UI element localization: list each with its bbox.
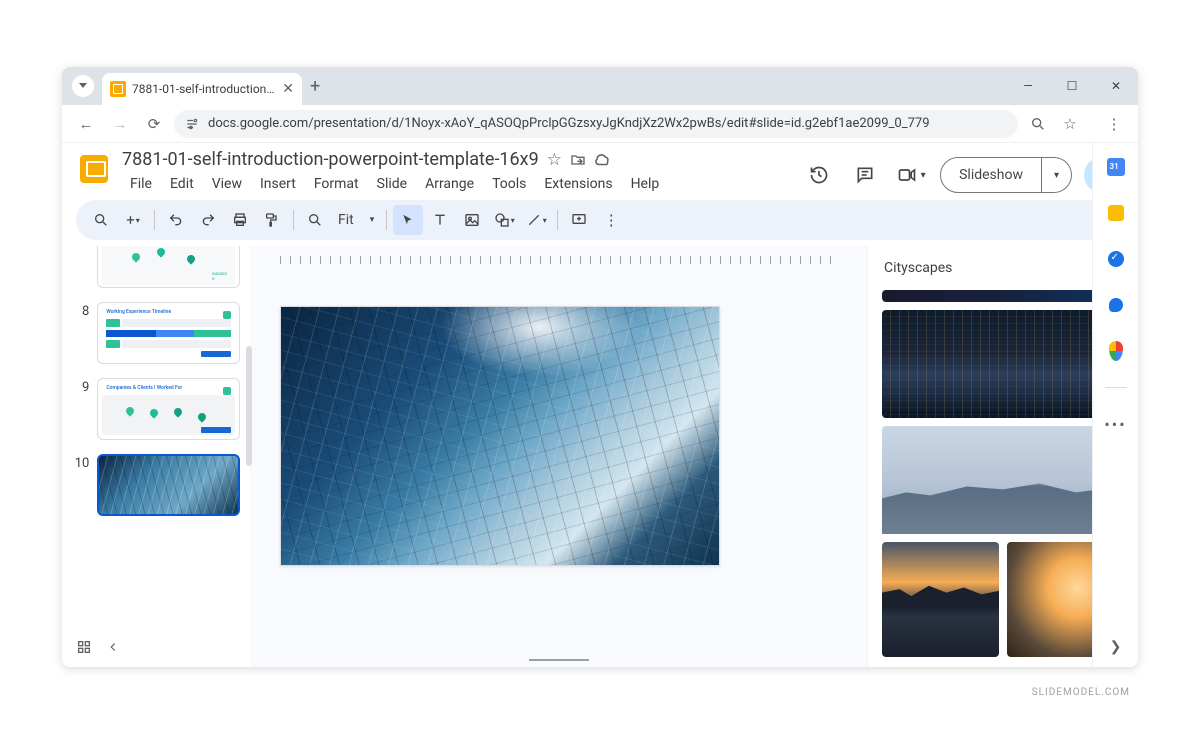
maps-icon[interactable]: [1106, 341, 1126, 361]
menu-help[interactable]: Help: [623, 172, 668, 196]
slides-favicon: [110, 81, 126, 97]
cloud-status-icon[interactable]: [594, 151, 612, 169]
text-box-button[interactable]: [425, 205, 455, 235]
toolbar-more-button[interactable]: ⋮: [596, 205, 626, 235]
history-icon[interactable]: [802, 158, 836, 192]
maximize-button[interactable]: ☐: [1050, 71, 1094, 101]
menu-edit[interactable]: Edit: [162, 172, 202, 196]
print-button[interactable]: [225, 205, 255, 235]
address-bar: ← → ⟳ docs.google.com/presentation/d/1No…: [62, 105, 1138, 143]
slide-canvas[interactable]: [250, 246, 868, 667]
image-result[interactable]: [882, 290, 1124, 302]
tasks-icon[interactable]: [1106, 249, 1126, 269]
current-slide[interactable]: [280, 306, 720, 566]
menu-file[interactable]: File: [122, 172, 160, 196]
select-tool[interactable]: [393, 205, 423, 235]
slide-number: 9: [72, 378, 89, 440]
bookmark-star-icon[interactable]: ☆: [1056, 110, 1084, 138]
minimize-button[interactable]: —: [1006, 71, 1050, 101]
watermark: SLIDEMODEL.COM: [1032, 687, 1130, 698]
slide-thumbnail-10[interactable]: [97, 454, 240, 516]
app-header: 7881-01-self-introduction-powerpoint-tem…: [62, 143, 1138, 196]
document-title[interactable]: 7881-01-self-introduction-powerpoint-tem…: [122, 149, 539, 170]
toolbar: +▾ Fit ▾: [76, 200, 1124, 240]
url-input[interactable]: docs.google.com/presentation/d/1Noyx-xAo…: [174, 110, 1018, 138]
reload-button[interactable]: ⟳: [140, 110, 168, 138]
menu-tools[interactable]: Tools: [484, 172, 534, 196]
slide-thumbnail-8[interactable]: Working Experience Timeline: [97, 302, 240, 364]
panel-title: Cityscapes: [884, 260, 952, 276]
zoom-indicator-icon[interactable]: [1024, 110, 1052, 138]
comment-button[interactable]: [564, 205, 594, 235]
slideshow-button[interactable]: Slideshow: [940, 157, 1042, 193]
calendar-icon[interactable]: [1106, 157, 1126, 177]
shape-button[interactable]: ▾: [489, 205, 519, 235]
menu-format[interactable]: Format: [306, 172, 367, 196]
tab-close-button[interactable]: ✕: [282, 81, 294, 97]
side-panel-rail: ••• ❯: [1092, 143, 1138, 667]
paint-format-button[interactable]: [257, 205, 287, 235]
site-settings-icon[interactable]: [184, 116, 200, 132]
slides-logo[interactable]: [76, 151, 112, 187]
back-button[interactable]: ←: [72, 110, 100, 138]
slideshow-dropdown[interactable]: ▾: [1042, 157, 1072, 193]
menu-arrange[interactable]: Arrange: [417, 172, 482, 196]
menu-slide[interactable]: Slide: [369, 172, 415, 196]
menu-bar: File Edit View Insert Format Slide Arran…: [122, 172, 792, 196]
menu-extensions[interactable]: Extensions: [536, 172, 620, 196]
addons-button[interactable]: •••: [1106, 414, 1126, 434]
search-menu-button[interactable]: [86, 205, 116, 235]
speaker-notes-handle[interactable]: [529, 659, 589, 661]
line-button[interactable]: ▾: [521, 205, 551, 235]
zoom-select[interactable]: Fit ▾: [332, 212, 380, 228]
url-text: docs.google.com/presentation/d/1Noyx-xAo…: [208, 116, 930, 131]
image-result[interactable]: [882, 426, 1124, 534]
slide-thumbnail-7[interactable]: 1 SUCCESS: [97, 246, 240, 288]
insert-image-button[interactable]: [457, 205, 487, 235]
redo-button[interactable]: [193, 205, 223, 235]
slide-thumbnail-9[interactable]: Companies & Clients I Worked For: [97, 378, 240, 440]
filmstrip-toggle[interactable]: [106, 640, 120, 654]
slide-number: 8: [72, 302, 89, 364]
image-result[interactable]: [882, 310, 1124, 418]
grid-view-button[interactable]: [76, 639, 92, 655]
undo-button[interactable]: [161, 205, 191, 235]
browser-titlebar: 7881-01-self-introduction-pow ✕ + — ☐ ✕: [62, 67, 1138, 105]
menu-insert[interactable]: Insert: [252, 172, 304, 196]
tab-title: 7881-01-self-introduction-pow: [132, 82, 276, 96]
star-icon[interactable]: ☆: [547, 150, 562, 170]
meet-button[interactable]: ▾: [894, 158, 928, 192]
image-result[interactable]: [882, 542, 999, 657]
slide-number: [72, 246, 89, 288]
browser-window: 7881-01-self-introduction-pow ✕ + — ☐ ✕ …: [62, 67, 1138, 667]
profile-chooser[interactable]: [72, 75, 94, 97]
forward-button[interactable]: →: [106, 110, 134, 138]
comments-icon[interactable]: [848, 158, 882, 192]
rail-separator: [1105, 387, 1127, 388]
close-window-button[interactable]: ✕: [1094, 71, 1138, 101]
keep-icon[interactable]: [1106, 203, 1126, 223]
zoom-button[interactable]: [300, 205, 330, 235]
contacts-icon[interactable]: [1106, 295, 1126, 315]
menu-view[interactable]: View: [204, 172, 250, 196]
slide-number: 10: [72, 454, 89, 516]
content-area: 1 SUCCESS 8 Working Experien: [62, 246, 1138, 667]
new-slide-button[interactable]: +▾: [118, 205, 148, 235]
panel-splitter[interactable]: [246, 346, 252, 466]
collapse-rail-button[interactable]: ❯: [1106, 637, 1126, 657]
new-tab-button[interactable]: +: [310, 76, 320, 97]
slide-background-image: [281, 307, 719, 565]
slide-thumbnails: 1 SUCCESS 8 Working Experien: [62, 246, 250, 667]
horizontal-ruler: [250, 246, 867, 266]
browser-tab[interactable]: 7881-01-self-introduction-pow ✕: [102, 73, 302, 105]
move-icon[interactable]: [570, 152, 586, 168]
browser-menu-button[interactable]: ⋮: [1100, 110, 1128, 138]
